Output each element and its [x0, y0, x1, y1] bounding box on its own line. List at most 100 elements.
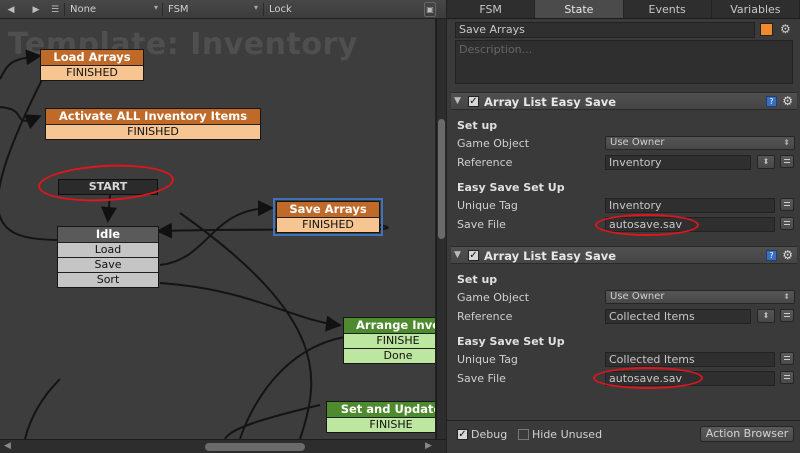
event-finished[interactable]: FINISHE	[327, 417, 435, 432]
gear-icon[interactable]: ⚙	[780, 22, 791, 36]
fsm-owner-value: None	[70, 4, 97, 15]
inspector-footer: ✓ Debug Hide Unused Action Browser	[447, 420, 800, 453]
unique-tag-field[interactable]: Inventory	[605, 198, 775, 213]
red-highlight-circle	[595, 214, 699, 236]
menu-icon[interactable]: ☰	[50, 2, 60, 17]
state-save-arrays[interactable]: Save Arrays FINISHED	[273, 198, 383, 236]
section-easy-save-setup: Easy Save Set Up	[457, 181, 565, 194]
tab-events[interactable]: Events	[624, 0, 712, 18]
state-title: Load Arrays	[41, 50, 143, 65]
event-save[interactable]: Save	[58, 257, 158, 272]
state-arrange-inventory[interactable]: Arrange Inve FINISHE Done	[343, 317, 435, 364]
reference-variable-dropdown[interactable]: ⬍	[757, 155, 775, 169]
state-title: Set and Update	[327, 402, 435, 417]
section-setup: Set up	[457, 119, 498, 132]
save-file-label: Save File	[457, 372, 506, 385]
reference-variable-dropdown[interactable]: ⬍	[757, 309, 775, 323]
reference-options-icon[interactable]	[780, 155, 794, 168]
reference-field[interactable]: Inventory	[605, 155, 751, 170]
fsm-owner-dropdown[interactable]: None ▾	[66, 2, 162, 17]
unique-tag-options-icon[interactable]	[780, 198, 794, 211]
fsm-name-value: FSM	[168, 4, 189, 15]
tab-fsm[interactable]: FSM	[447, 0, 536, 18]
help-book-icon[interactable]: ?	[766, 96, 777, 107]
chevron-down-icon: ▾	[253, 3, 258, 12]
save-file-options-icon[interactable]	[780, 371, 794, 384]
lock-toggle[interactable]: Lock	[265, 2, 325, 17]
section-easy-save-setup: Easy Save Set Up	[457, 335, 565, 348]
section-setup: Set up	[457, 273, 498, 286]
chevron-updown-icon: ⬍	[783, 292, 790, 301]
action-title: Array List Easy Save	[484, 95, 617, 109]
reference-field[interactable]: Collected Items	[605, 309, 751, 324]
unique-tag-field[interactable]: Collected Items	[605, 352, 775, 367]
event-finished[interactable]: FINISHED	[41, 65, 143, 80]
unique-tag-label: Unique Tag	[457, 353, 518, 366]
playmaker-editor: ◀ ▶ ☰ None ▾ FSM ▾ Lock ▣ Template: Inve…	[0, 0, 800, 453]
horizontal-scroll-thumb[interactable]	[205, 443, 305, 451]
reference-label: Reference	[457, 310, 513, 323]
action-browser-button[interactable]: Action Browser	[700, 426, 794, 442]
lock-label: Lock	[269, 4, 292, 15]
unique-tag-options-icon[interactable]	[780, 352, 794, 365]
event-finished[interactable]: FINISHED	[277, 217, 379, 232]
fsm-select-dropdown[interactable]: FSM ▾	[164, 2, 262, 17]
game-object-label: Game Object	[457, 137, 530, 150]
chevron-down-icon: ▾	[153, 3, 158, 12]
debug-checkbox[interactable]: ✓	[457, 429, 468, 440]
state-idle[interactable]: Idle Load Save Sort	[57, 226, 159, 288]
graph-view-icon[interactable]: ▣	[424, 2, 436, 17]
foldout-arrow-icon[interactable]: ▼	[454, 96, 461, 106]
action-header-2[interactable]: ▼ ✓ Array List Easy Save ? ⚙	[451, 246, 797, 264]
game-object-label: Game Object	[457, 291, 530, 304]
graph-toolbar: ◀ ▶ ☰ None ▾ FSM ▾ Lock ▣	[0, 0, 446, 19]
game-object-value: Use Owner	[610, 291, 665, 302]
event-load[interactable]: Load	[58, 242, 158, 257]
state-title: Idle	[58, 227, 158, 242]
state-set-and-update[interactable]: Set and Update FINISHE	[326, 401, 435, 433]
event-finished[interactable]: FINISHED	[46, 124, 260, 139]
state-description-field[interactable]: Description...	[455, 40, 793, 84]
canvas-vertical-scrollbar[interactable]	[436, 19, 446, 439]
gear-icon[interactable]: ⚙	[782, 94, 793, 108]
hide-unused-checkbox[interactable]	[518, 429, 529, 440]
back-arrow-icon[interactable]: ◀	[6, 2, 16, 17]
state-activate-all-inventory-items[interactable]: Activate ALL Inventory Items FINISHED	[45, 108, 261, 140]
fsm-graph-canvas[interactable]: Template: Inventory Load Arrays FINISHED…	[0, 19, 436, 439]
action-header-1[interactable]: ▼ ✓ Array List Easy Save ? ⚙	[451, 92, 797, 110]
event-sort[interactable]: Sort	[58, 272, 158, 287]
gear-icon[interactable]: ⚙	[782, 248, 793, 262]
game-object-value: Use Owner	[610, 137, 665, 148]
help-book-icon[interactable]: ?	[766, 250, 777, 261]
game-object-dropdown[interactable]: Use Owner ⬍	[605, 136, 795, 150]
event-done[interactable]: Done	[344, 348, 435, 363]
foldout-arrow-icon[interactable]: ▼	[454, 250, 461, 260]
scroll-right-icon[interactable]: ▶	[425, 441, 432, 451]
state-color-swatch[interactable]	[760, 23, 773, 36]
reference-label: Reference	[457, 156, 513, 169]
forward-arrow-icon[interactable]: ▶	[31, 2, 41, 17]
scroll-left-icon[interactable]: ◀	[4, 441, 11, 451]
state-title: Arrange Inve	[344, 318, 435, 333]
state-title: Save Arrays	[277, 202, 379, 217]
tab-state[interactable]: State	[535, 0, 624, 18]
action-enabled-checkbox[interactable]: ✓	[468, 250, 479, 261]
vertical-scroll-thumb[interactable]	[438, 119, 445, 239]
debug-label: Debug	[471, 428, 508, 441]
state-load-arrays[interactable]: Load Arrays FINISHED	[40, 49, 144, 81]
state-title: Activate ALL Inventory Items	[46, 109, 260, 124]
hide-unused-label: Hide Unused	[532, 428, 603, 441]
inspector-tabs: FSM State Events Variables	[447, 0, 800, 19]
action-enabled-checkbox[interactable]: ✓	[468, 96, 479, 107]
chevron-updown-icon: ⬍	[783, 138, 790, 147]
unique-tag-label: Unique Tag	[457, 199, 518, 212]
reference-options-icon[interactable]	[780, 309, 794, 322]
save-file-options-icon[interactable]	[780, 217, 794, 230]
tab-variables[interactable]: Variables	[712, 0, 800, 18]
canvas-horizontal-scrollbar[interactable]: ◀ ▶	[0, 439, 446, 453]
event-finished[interactable]: FINISHE	[344, 333, 435, 348]
state-name-field[interactable]: Save Arrays	[455, 22, 755, 38]
game-object-dropdown[interactable]: Use Owner ⬍	[605, 290, 795, 304]
save-file-label: Save File	[457, 218, 506, 231]
inspector-panel: FSM State Events Variables Save Arrays ⚙…	[446, 0, 800, 453]
